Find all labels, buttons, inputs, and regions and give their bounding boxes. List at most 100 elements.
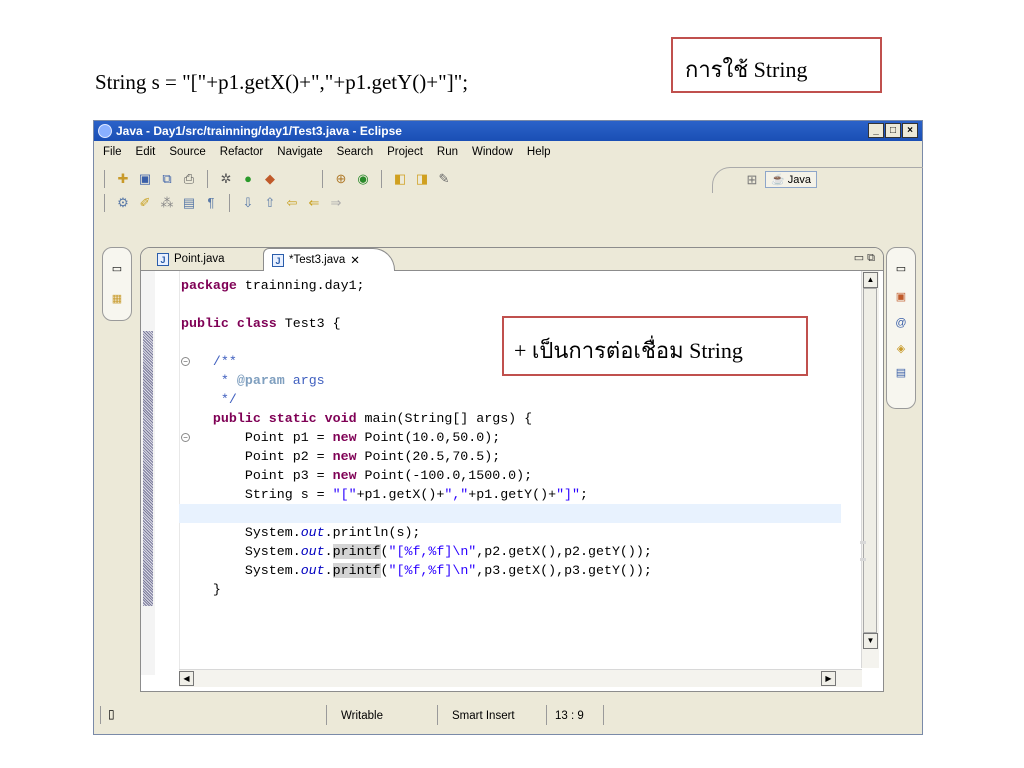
declaration-icon[interactable]: ◈ xyxy=(894,342,908,356)
run-icon[interactable]: ● xyxy=(240,171,256,187)
restore-icon[interactable]: ▭ xyxy=(110,262,124,276)
code-line: package trainning.day1; xyxy=(181,278,365,293)
menu-file[interactable]: File xyxy=(94,143,127,163)
external-tools-icon[interactable]: ◆ xyxy=(262,171,278,187)
menu-window[interactable]: Window xyxy=(463,143,518,163)
title-bar: Java - Day1/src/trainning/day1/Test3.jav… xyxy=(94,121,922,141)
open-type-icon[interactable]: ◧ xyxy=(392,171,408,187)
minimize-maximize-icon[interactable]: ▭ ⧉ xyxy=(854,251,875,265)
window-controls: _ □ × xyxy=(868,123,918,138)
horizontal-scrollbar[interactable]: ◀ ▶ xyxy=(179,669,862,687)
toolbar-separator xyxy=(381,170,382,188)
slide-code-text: String s = "["+p1.getX()+","+p1.getY()+"… xyxy=(95,70,469,94)
status-bar: ▯ Writable Smart Insert 13 : 9 xyxy=(94,699,922,731)
java-perspective-button[interactable]: ☕ Java xyxy=(765,171,817,188)
debug-icon[interactable]: ✲ xyxy=(218,171,234,187)
scroll-down-icon[interactable]: ▼ xyxy=(863,633,878,649)
eclipse-app-icon xyxy=(98,124,112,138)
scroll-up-icon[interactable]: ▲ xyxy=(863,272,878,288)
code-line: public static void main(String[] args) { xyxy=(212,411,533,426)
pilcrow-icon[interactable]: ¶ xyxy=(203,195,219,211)
new-java-project-icon[interactable]: ⊕ xyxy=(333,171,349,187)
status-writable: Writable xyxy=(326,705,423,725)
javadoc-icon[interactable]: @ xyxy=(894,316,908,330)
code-line: String s = "["+p1.getX()+","+p1.getY()+"… xyxy=(181,487,589,502)
code-line: System.out.printf("[%f,%f]\n",p3.getX(),… xyxy=(181,563,652,578)
menu-bar: File Edit Source Refactor Navigate Searc… xyxy=(94,143,556,163)
back-icon[interactable]: ⇐ xyxy=(306,195,322,211)
scroll-right-icon[interactable]: ▶ xyxy=(821,671,836,686)
code-line: Point p2 = new Point(20.5,70.5); xyxy=(181,449,501,464)
close-button[interactable]: × xyxy=(902,123,918,138)
right-minimized-panel: ▭ ▣ @ ◈ ▤ xyxy=(886,247,916,409)
java-file-icon: J xyxy=(272,253,284,267)
tab-test3-java[interactable]: J *Test3.java ✕ xyxy=(263,248,395,271)
code-line: */ xyxy=(220,392,237,407)
line-gutter: − − xyxy=(155,271,190,675)
scroll-thumb[interactable] xyxy=(863,288,877,633)
restore-icon[interactable]: ▭ xyxy=(894,262,908,276)
overview-ruler-mark[interactable] xyxy=(860,558,866,561)
maximize-button[interactable]: □ xyxy=(885,123,901,138)
java-file-icon: J xyxy=(157,252,169,266)
outline-icon[interactable]: ▣ xyxy=(894,290,908,304)
close-tab-icon[interactable]: ✕ xyxy=(350,253,360,267)
code-editor: J Point.java J *Test3.java ✕ ▭ ⧉ − − pac… xyxy=(140,247,884,692)
open-perspective-icon[interactable]: ⊞ xyxy=(744,172,760,188)
menu-source[interactable]: Source xyxy=(160,143,210,163)
perspective-switcher: ⊞ ☕ Java xyxy=(744,171,817,188)
toolbar-separator xyxy=(104,194,105,212)
show-whitespace-icon[interactable]: ▤ xyxy=(181,195,197,211)
prev-annotation-icon[interactable]: ⇧ xyxy=(262,195,278,211)
toolbar-separator xyxy=(207,170,208,188)
fast-view-icon[interactable]: ▯ xyxy=(108,707,115,721)
menu-help[interactable]: Help xyxy=(518,143,556,163)
new-icon[interactable]: ✚ xyxy=(115,171,131,187)
package-explorer-icon[interactable]: ▦ xyxy=(110,292,124,306)
menu-run[interactable]: Run xyxy=(428,143,463,163)
current-line xyxy=(179,504,841,523)
code-line: Point p1 = new Point(10.0,50.0); xyxy=(181,430,501,445)
left-minimized-panel: ▭ ▦ xyxy=(102,247,132,321)
main-toolbar: ✚ ▣ ⧉ ⎙ ✲ ● ◆ ⊕ ◉ ◧ ◨ ✎ xyxy=(100,168,452,190)
status-cursor-position: 13 : 9 xyxy=(546,705,604,725)
last-edit-icon[interactable]: ⇦ xyxy=(284,195,300,211)
console-icon[interactable]: ▤ xyxy=(894,366,908,380)
forward-icon[interactable]: ⇒ xyxy=(328,195,344,211)
overview-ruler-mark[interactable] xyxy=(860,541,866,544)
annotation-ruler xyxy=(141,271,155,675)
toolbar-separator xyxy=(104,170,105,188)
window-title: Java - Day1/src/trainning/day1/Test3.jav… xyxy=(116,124,402,138)
code-line: Point p3 = new Point(-100.0,1500.0); xyxy=(181,468,533,483)
editor-tabs: J Point.java J *Test3.java ✕ ▭ ⧉ xyxy=(141,248,883,271)
callout-string-usage: การใช้ String xyxy=(671,37,882,93)
eclipse-window: Java - Day1/src/trainning/day1/Test3.jav… xyxy=(93,120,923,735)
menu-project[interactable]: Project xyxy=(378,143,428,163)
mark-occurrences-icon[interactable]: ✐ xyxy=(137,195,153,211)
search-icon[interactable]: ✎ xyxy=(436,171,452,187)
menu-edit[interactable]: Edit xyxy=(127,143,161,163)
save-icon[interactable]: ▣ xyxy=(137,171,153,187)
callout-string-concat: + เป็นการต่อเชื่อม String xyxy=(502,316,808,376)
print-icon[interactable]: ⎙ xyxy=(181,171,197,187)
next-annotation-icon[interactable]: ⇩ xyxy=(240,195,256,211)
scroll-left-icon[interactable]: ◀ xyxy=(179,671,194,686)
code-line: System.out.printf("[%f,%f]\n",p2.getX(),… xyxy=(181,544,652,559)
code-line: System.out.println(s); xyxy=(181,525,421,540)
tab-point-java[interactable]: J Point.java xyxy=(149,248,233,270)
toggle-breadcrumb-icon[interactable]: ⚙ xyxy=(115,195,131,211)
toolbar-separator xyxy=(229,194,230,212)
status-insert-mode: Smart Insert xyxy=(437,705,544,725)
open-folder-icon[interactable]: ◨ xyxy=(414,171,430,187)
vertical-scrollbar[interactable]: ▲ ▼ xyxy=(861,271,879,668)
tab-label: Point.java xyxy=(174,253,225,265)
new-class-icon[interactable]: ◉ xyxy=(355,171,371,187)
menu-navigate[interactable]: Navigate xyxy=(268,143,327,163)
status-separator xyxy=(100,706,101,724)
menu-search[interactable]: Search xyxy=(328,143,378,163)
minimize-button[interactable]: _ xyxy=(868,123,884,138)
block-selection-icon[interactable]: ⁂ xyxy=(159,195,175,211)
save-all-icon[interactable]: ⧉ xyxy=(159,171,175,187)
menu-refactor[interactable]: Refactor xyxy=(211,143,268,163)
